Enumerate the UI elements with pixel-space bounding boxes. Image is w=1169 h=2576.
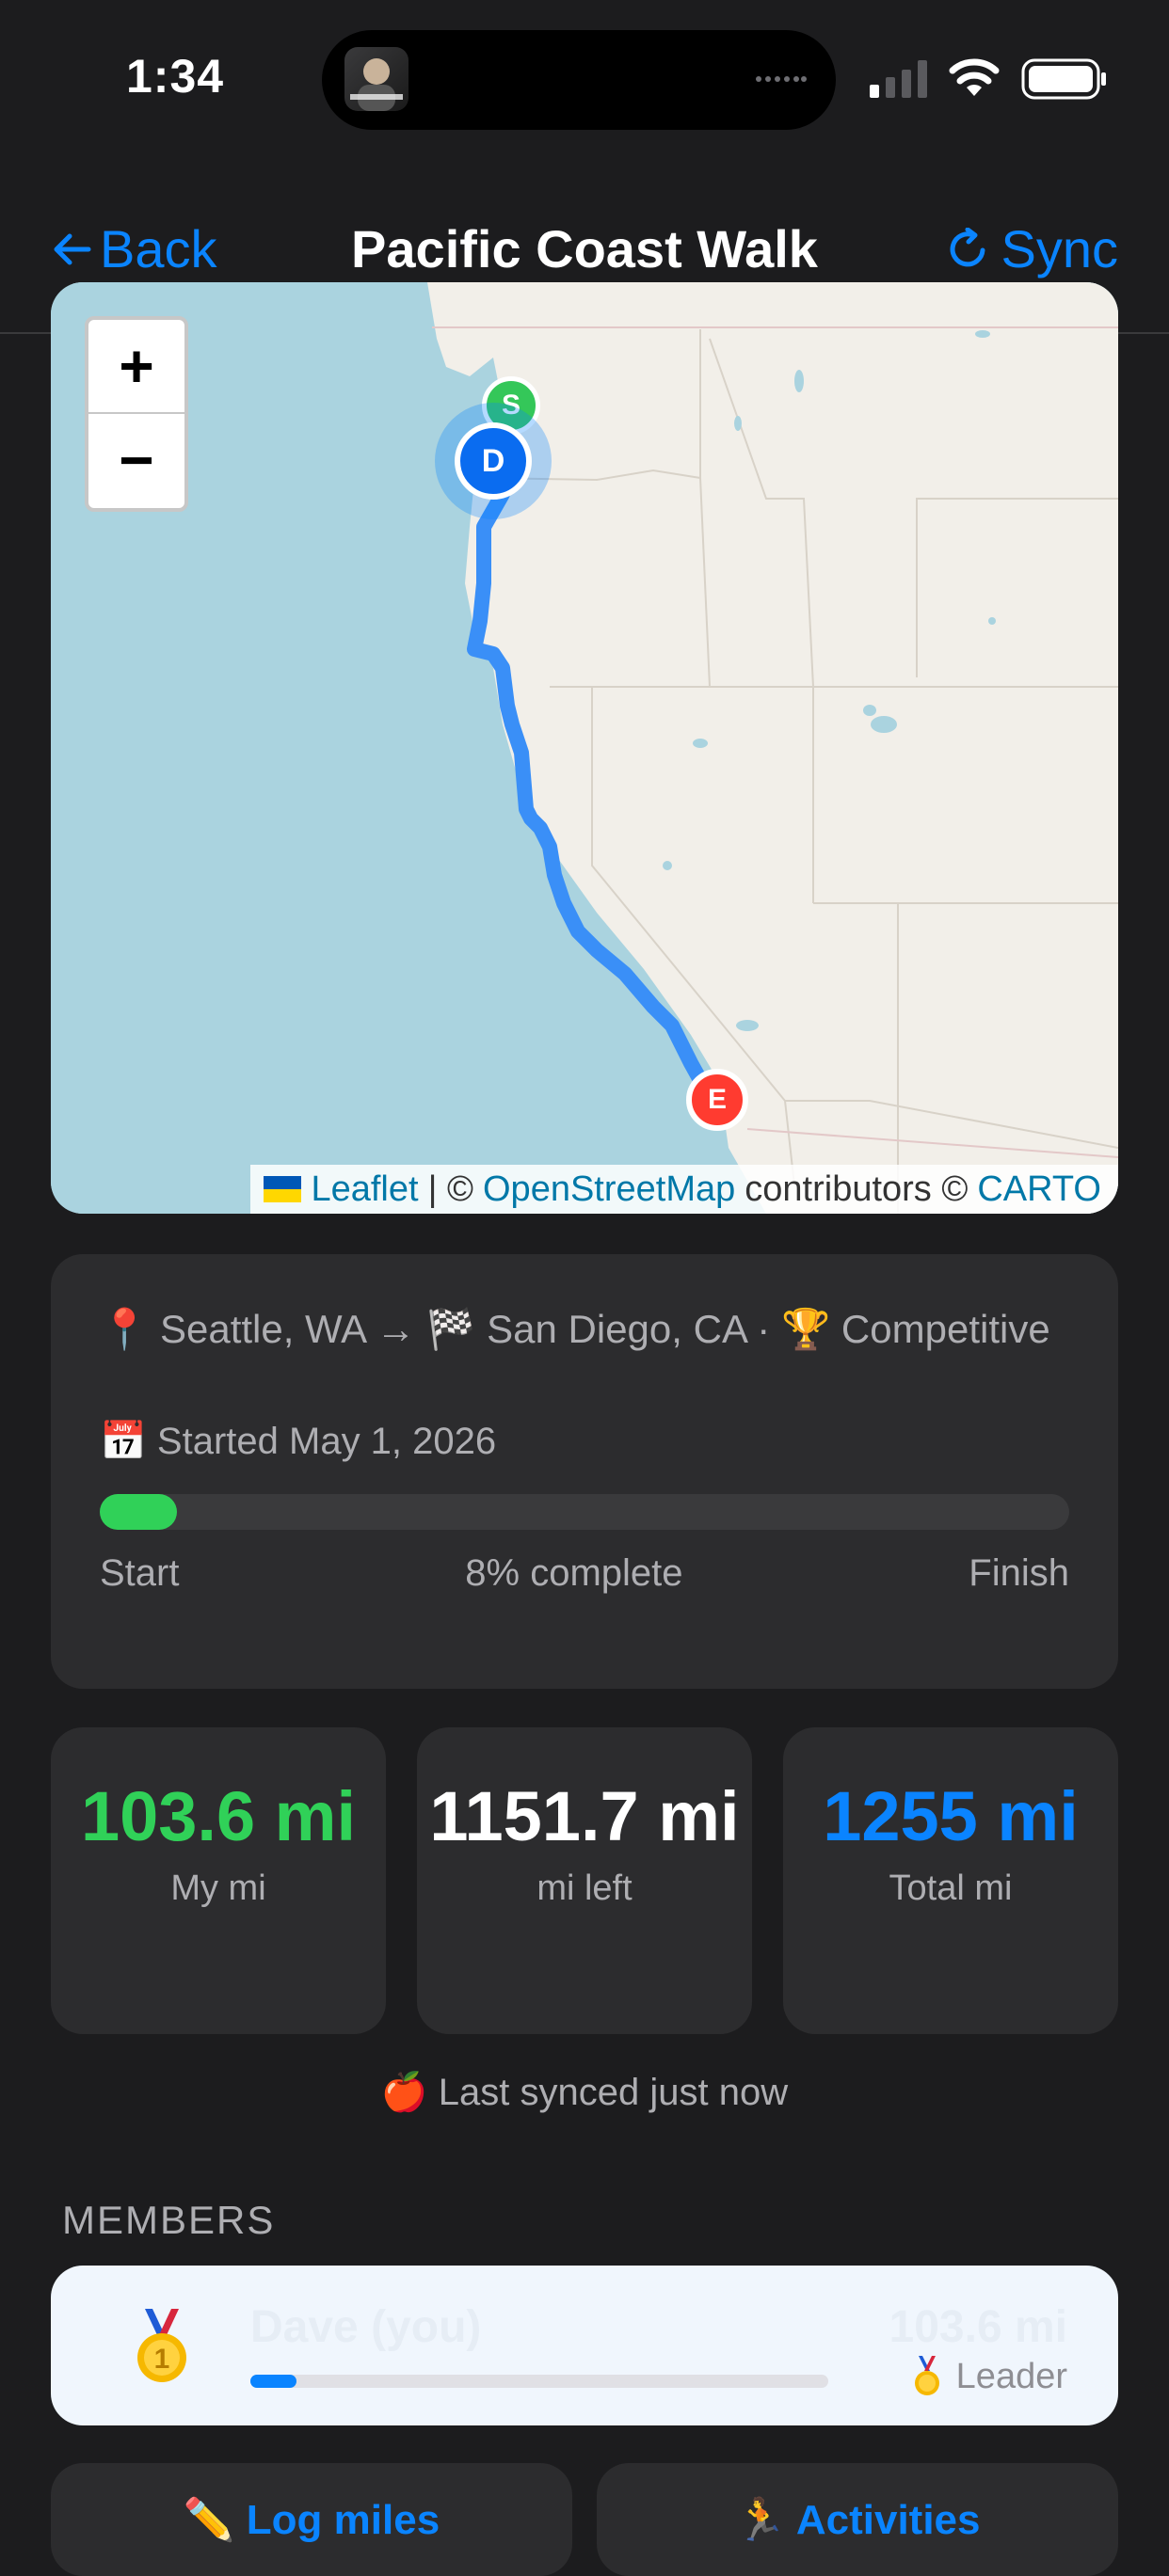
members-heading: MEMBERS: [62, 2198, 276, 2242]
svg-text:1: 1: [154, 2344, 170, 2375]
audio-waveform-icon: [756, 76, 807, 82]
now-playing-thumbnail: [344, 47, 408, 111]
zoom-out-button[interactable]: −: [88, 414, 184, 506]
progress-percent-label: 8% complete: [465, 1552, 683, 1594]
log-miles-button[interactable]: ✏️ Log miles: [51, 2463, 572, 2576]
progress-labels: Start 8% complete Finish: [100, 1552, 1069, 1595]
refresh-icon: [950, 227, 985, 266]
leaflet-link[interactable]: Leaflet: [311, 1169, 418, 1210]
member-progress-fill: [250, 2375, 297, 2388]
my-miles-value: 103.6 mi: [80, 1777, 357, 1855]
progress-start-label: Start: [100, 1552, 180, 1594]
my-miles-label: My mi: [170, 1868, 266, 1908]
map-attribution: Leaflet | © OpenStreetMap contributors ©…: [250, 1165, 1118, 1214]
member-miles: 103.6 mi: [889, 2302, 1067, 2352]
activities-button[interactable]: 🏃 Activities: [597, 2463, 1118, 2576]
zoom-control: + −: [85, 316, 188, 512]
dynamic-island[interactable]: [322, 30, 836, 130]
member-role: Leader: [911, 2356, 1067, 2397]
gold-medal-icon: 1: [137, 2309, 186, 2382]
zoom-in-button[interactable]: +: [88, 320, 184, 414]
carto-link[interactable]: CARTO: [977, 1169, 1101, 1210]
member-name: Dave (you): [250, 2302, 482, 2352]
ukraine-flag-icon: [264, 1176, 302, 1202]
total-miles-value: 1255 mi: [823, 1777, 1079, 1855]
route-line: [467, 397, 717, 1108]
miles-left-value: 1151.7 mi: [429, 1777, 740, 1855]
route-info-card: 📍 Seattle, WA → 🏁 San Diego, CA · 🏆 Comp…: [51, 1254, 1118, 1689]
attribution-sep: | ©: [427, 1169, 473, 1209]
current-position-marker[interactable]: D: [455, 422, 532, 500]
total-miles-label: Total mi: [889, 1868, 1013, 1908]
route-progress-bar: [100, 1494, 1069, 1530]
battery-icon: [1021, 58, 1106, 100]
cellular-signal-icon: [870, 60, 927, 98]
stat-miles-left: 1151.7 mi mi left: [417, 1727, 752, 2034]
last-synced-text: 🍎 Last synced just now: [380, 2072, 789, 2113]
member-role-label: Leader: [955, 2356, 1067, 2396]
progress-finish-label: Finish: [969, 1552, 1069, 1594]
wifi-icon: [949, 58, 1000, 96]
route-progress-fill: [100, 1494, 178, 1530]
leader-medal-icon: [914, 2356, 939, 2395]
miles-left-label: mi left: [536, 1868, 633, 1908]
stat-my-miles: 103.6 mi My mi: [51, 1727, 386, 2034]
status-time: 1:34: [126, 50, 225, 103]
member-row[interactable]: 1 Dave (you) 103.6 mi Leader: [51, 2266, 1118, 2425]
start-date: 📅 Started May 1, 2026: [100, 1421, 497, 1462]
member-progress-bar: [250, 2375, 828, 2388]
route-summary: 📍 Seattle, WA → 🏁 San Diego, CA · 🏆 Comp…: [100, 1307, 1050, 1351]
sync-label: Sync: [1001, 219, 1119, 278]
stat-total-miles: 1255 mi Total mi: [783, 1727, 1118, 2034]
attribution-contributors: contributors ©: [745, 1169, 969, 1209]
osm-link[interactable]: OpenStreetMap: [483, 1169, 735, 1210]
route-map[interactable]: S D E + − Leaflet | © OpenStreetMap cont…: [51, 282, 1118, 1214]
end-marker[interactable]: E: [686, 1069, 748, 1131]
sync-button[interactable]: Sync: [947, 218, 1119, 279]
